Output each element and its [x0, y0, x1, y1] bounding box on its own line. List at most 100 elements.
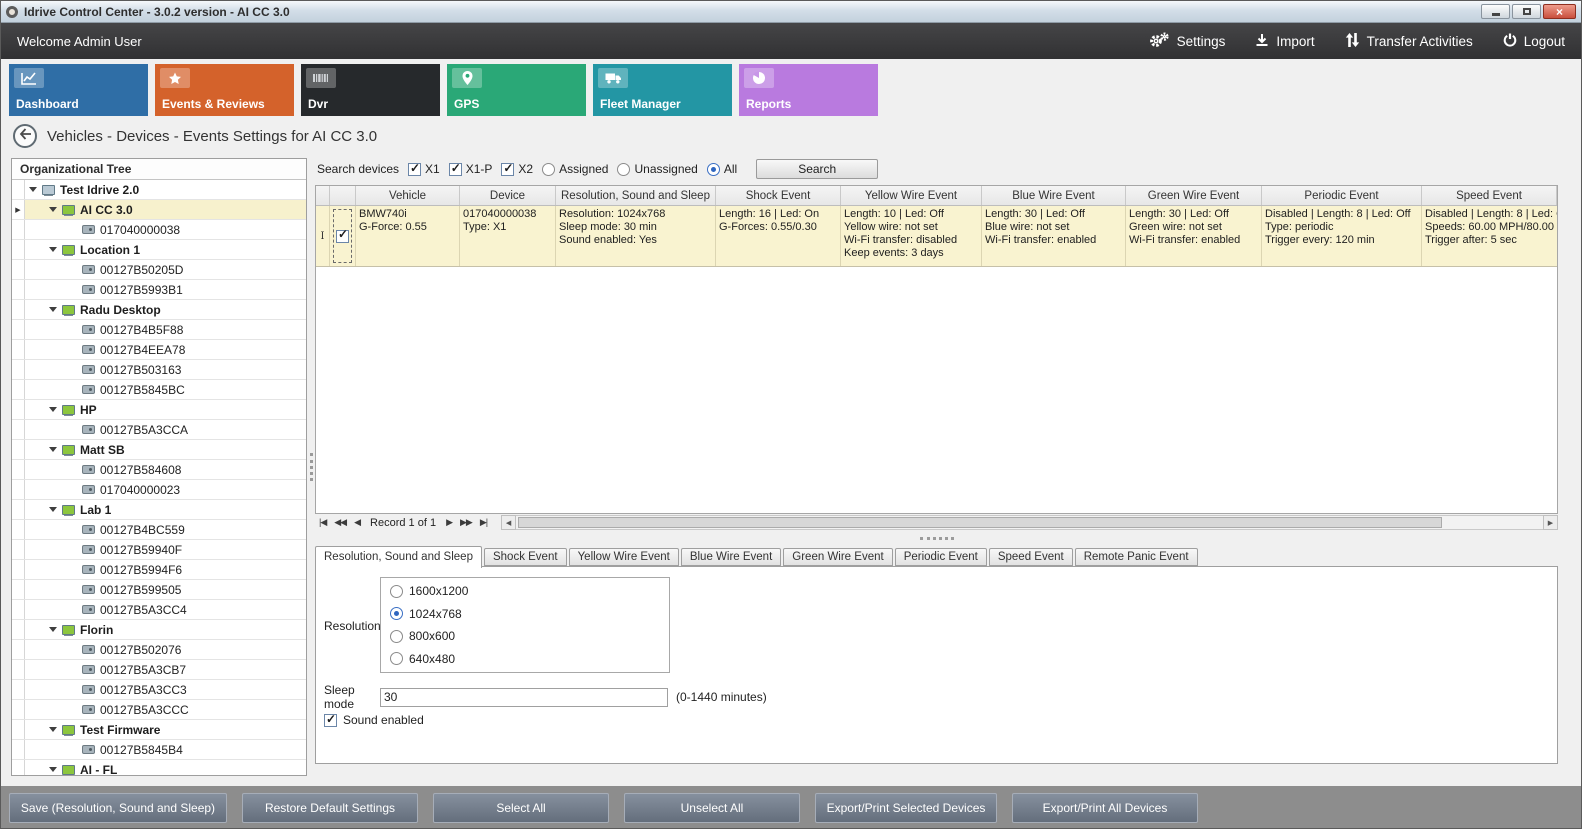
radio-icon[interactable]: [390, 585, 403, 598]
radio-icon[interactable]: [542, 163, 555, 176]
tab-yellow-wire-event[interactable]: Yellow Wire Event: [569, 548, 679, 566]
tree-group-row[interactable]: Lab 1: [12, 500, 306, 520]
maximize-button[interactable]: [1512, 4, 1541, 19]
scroll-left-icon[interactable]: ◀: [501, 515, 516, 530]
expand-collapse-icon[interactable]: [49, 727, 57, 732]
tree-device-row[interactable]: 00127B5A3CC4: [12, 600, 306, 620]
tree-device-row[interactable]: 00127B5A3CCC: [12, 700, 306, 720]
export-print-selected-devices-button[interactable]: Export/Print Selected Devices: [815, 793, 997, 823]
tree-group-row[interactable]: ▶AI CC 3.0: [12, 200, 306, 220]
nav-last-icon[interactable]: ▶|: [476, 517, 491, 528]
filter-x2[interactable]: X2: [501, 162, 533, 176]
radio-icon[interactable]: [390, 607, 403, 620]
scroll-right-icon[interactable]: ▶: [1543, 515, 1558, 530]
checkbox-icon[interactable]: [408, 163, 421, 176]
filter-assigned[interactable]: Assigned: [542, 162, 608, 176]
nav-next-icon[interactable]: ▶: [442, 517, 456, 528]
tree-device-row[interactable]: 00127B5993B1: [12, 280, 306, 300]
column-header-speed[interactable]: Speed Event: [1422, 186, 1557, 205]
vertical-splitter[interactable]: [309, 158, 314, 776]
tile-reports[interactable]: Reports: [739, 64, 878, 116]
filter-x1[interactable]: X1: [408, 162, 440, 176]
sound-checkbox[interactable]: [324, 714, 337, 727]
column-header-yellow-wire[interactable]: Yellow Wire Event: [841, 186, 982, 205]
restore-default-settings-button[interactable]: Restore Default Settings: [242, 793, 418, 823]
nav-first-icon[interactable]: |◀: [315, 517, 330, 528]
expand-collapse-icon[interactable]: [29, 187, 37, 192]
unselect-all-button[interactable]: Unselect All: [624, 793, 800, 823]
tree-device-row[interactable]: 00127B4B5F88: [12, 320, 306, 340]
radio-icon[interactable]: [707, 163, 720, 176]
select-all-button[interactable]: Select All: [433, 793, 609, 823]
resolution-option-640x480[interactable]: 640x480: [390, 652, 660, 666]
tab-green-wire-event[interactable]: Green Wire Event: [783, 548, 892, 566]
scrollbar-track[interactable]: [516, 515, 1543, 530]
tree-device-row[interactable]: 00127B599505: [12, 580, 306, 600]
tile-fleet-manager[interactable]: Fleet Manager: [593, 64, 732, 116]
expand-collapse-icon[interactable]: [49, 447, 57, 452]
tree-device-row[interactable]: 00127B5994F6: [12, 560, 306, 580]
expand-collapse-icon[interactable]: [49, 627, 57, 632]
sound-enabled-row[interactable]: Sound enabled: [324, 713, 424, 727]
tab-shock-event[interactable]: Shock Event: [484, 548, 567, 566]
resolution-option-800x600[interactable]: 800x600: [390, 629, 660, 643]
save-resolution-sound-and-sleep-button[interactable]: Save (Resolution, Sound and Sleep): [9, 793, 227, 823]
expand-collapse-icon[interactable]: [49, 247, 57, 252]
tree-group-row[interactable]: Florin: [12, 620, 306, 640]
tile-gps[interactable]: GPS: [447, 64, 586, 116]
column-header-periodic[interactable]: Periodic Event: [1262, 186, 1422, 205]
tree-device-row[interactable]: 00127B5A3CC3: [12, 680, 306, 700]
tree-group-row[interactable]: Location 1: [12, 240, 306, 260]
scrollbar-thumb[interactable]: [518, 517, 1442, 528]
expand-collapse-icon[interactable]: [49, 507, 57, 512]
tab-speed-event[interactable]: Speed Event: [989, 548, 1073, 566]
column-header-green-wire[interactable]: Green Wire Event: [1126, 186, 1262, 205]
tree-device-row[interactable]: 00127B50205D: [12, 260, 306, 280]
close-button[interactable]: ×: [1543, 4, 1576, 19]
resolution-option-1024x768[interactable]: 1024x768: [390, 607, 660, 621]
resolution-option-1600x1200[interactable]: 1600x1200: [390, 584, 660, 598]
row-checkbox-cell[interactable]: [330, 206, 356, 266]
checkbox-icon[interactable]: [501, 163, 514, 176]
tree-device-row[interactable]: 00127B5845B4: [12, 740, 306, 760]
tree-group-row[interactable]: HP: [12, 400, 306, 420]
column-header-shock[interactable]: Shock Event: [716, 186, 841, 205]
tree-group-row[interactable]: Radu Desktop: [12, 300, 306, 320]
tile-dvr[interactable]: Dvr: [301, 64, 440, 116]
filter-all[interactable]: All: [707, 162, 737, 176]
export-print-all-devices-button[interactable]: Export/Print All Devices: [1012, 793, 1198, 823]
tile-events-reviews[interactable]: Events & Reviews: [155, 64, 294, 116]
column-header-vehicle[interactable]: Vehicle: [356, 186, 460, 205]
tree-device-row[interactable]: 00127B5A3CCA: [12, 420, 306, 440]
nav-prev-icon[interactable]: ◀: [350, 517, 364, 528]
expand-collapse-icon[interactable]: [49, 307, 57, 312]
import-button[interactable]: Import: [1255, 33, 1314, 50]
minimize-button[interactable]: [1481, 4, 1510, 19]
tree-group-row[interactable]: Matt SB: [12, 440, 306, 460]
device-row[interactable]: I BMW740iG-Force: 0.55 017040000038Type:…: [316, 206, 1557, 267]
tree-device-row[interactable]: 00127B5A3CB7: [12, 660, 306, 680]
settings-button[interactable]: Settings: [1148, 32, 1226, 51]
tree-group-row[interactable]: Test Firmware: [12, 720, 306, 740]
horizontal-splitter[interactable]: [315, 533, 1558, 543]
filter-unassigned[interactable]: Unassigned: [617, 162, 697, 176]
horizontal-scrollbar[interactable]: ◀ ▶: [501, 515, 1558, 530]
tree-device-row[interactable]: 00127B5845BC: [12, 380, 306, 400]
sleep-mode-input[interactable]: [380, 688, 668, 707]
grid-checkbox-header[interactable]: [330, 186, 356, 205]
tree-device-row[interactable]: 00127B503163: [12, 360, 306, 380]
tab-periodic-event[interactable]: Periodic Event: [895, 548, 987, 566]
expand-collapse-icon[interactable]: [49, 407, 57, 412]
back-button[interactable]: [13, 124, 37, 148]
nav-next-page-icon[interactable]: ▶▶: [456, 517, 476, 528]
nav-prev-page-icon[interactable]: ◀◀: [330, 517, 350, 528]
tree-device-row[interactable]: 00127B584608: [12, 460, 306, 480]
tab-resolution-sound-and-sleep[interactable]: Resolution, Sound and Sleep: [315, 546, 482, 568]
logout-button[interactable]: Logout: [1503, 33, 1565, 50]
tree-group-row[interactable]: Test Idrive 2.0: [12, 180, 306, 200]
radio-icon[interactable]: [617, 163, 630, 176]
search-button[interactable]: Search: [756, 159, 878, 179]
filter-x1p[interactable]: X1-P: [449, 162, 493, 176]
tree-device-row[interactable]: 00127B502076: [12, 640, 306, 660]
tab-remote-panic-event[interactable]: Remote Panic Event: [1075, 548, 1198, 566]
